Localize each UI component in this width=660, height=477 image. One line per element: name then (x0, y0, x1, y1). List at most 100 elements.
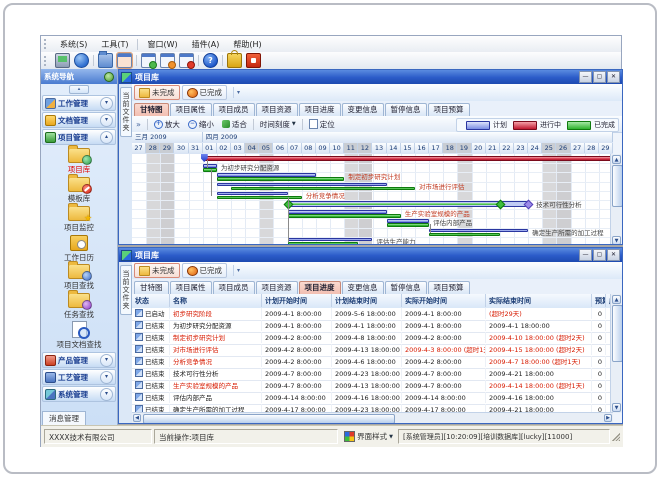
tab-current-folder[interactable]: 当前文件夹 (120, 87, 132, 137)
tab-项目预算[interactable]: 项目预算 (428, 103, 470, 116)
sidebar-group-0[interactable]: 工作管理▾ (42, 95, 116, 111)
scroll-thumb[interactable] (143, 414, 395, 423)
sidebar-group-toggle[interactable]: ▾ (100, 97, 113, 110)
scroll-up-icon[interactable]: ▲ (612, 295, 621, 304)
sidebar-group-4[interactable]: 工艺管理▾ (42, 369, 116, 385)
gantt-bar-inprogress-初步研究阶段[interactable] (203, 156, 613, 161)
sidebar-group-1[interactable]: 文档管理▾ (42, 112, 116, 128)
tab-项目属性[interactable]: 项目属性 (170, 281, 212, 294)
gantt-bar-done-评估生产能力[interactable] (288, 242, 359, 244)
gantt-bar-done-制定初步研究计划[interactable] (217, 177, 344, 181)
fit-button[interactable]: 适合 (219, 118, 250, 131)
scroll-right-icon[interactable]: ▶ (604, 414, 612, 422)
column-header-名称[interactable]: 名称 (170, 294, 262, 307)
gantt-bar-done-为初步研究分配资源[interactable] (203, 168, 217, 172)
maximize-button[interactable]: ▢ (593, 71, 606, 83)
column-header-计划开始时间[interactable]: 计划开始时间 (262, 294, 332, 307)
toolbar-grip[interactable] (44, 56, 49, 66)
filter-more-button[interactable]: ▾ (233, 265, 243, 276)
sidebar-group-toggle[interactable]: ▴ (100, 131, 113, 144)
scroll-thumb[interactable] (612, 305, 622, 362)
gantt-bar-plan-分析竞争情况[interactable] (217, 192, 288, 196)
gantt-bar-plan-确定生产所需的加工过程[interactable] (429, 229, 528, 233)
sidebar-group-toggle[interactable]: ▾ (100, 354, 113, 367)
pin-icon[interactable] (104, 72, 114, 82)
sidebar-item-项目监控[interactable]: ★项目监控 (41, 205, 117, 234)
gantt-bar-summary-技术可行性分析[interactable] (288, 201, 529, 207)
toolbar-overflow-button[interactable]: » (132, 120, 145, 129)
sidebar-item-项目文档查找[interactable]: 项目文档查找 (41, 321, 117, 350)
scroll-up-icon[interactable]: ▲ (612, 155, 621, 164)
help-icon[interactable]: ? (203, 53, 218, 68)
save-view-icon[interactable] (117, 53, 132, 68)
tab-暂停信息[interactable]: 暂停信息 (385, 281, 427, 294)
globe-icon[interactable] (74, 53, 89, 68)
menu-item-1[interactable]: 工具(T) (94, 38, 135, 51)
column-header-实际结束时间[interactable]: 实际结束时间 (486, 294, 592, 307)
scroll-left-icon[interactable]: ◀ (133, 414, 141, 422)
sidebar-group-toggle[interactable]: ▾ (100, 114, 113, 127)
gantt-bar-done-评估内部产品[interactable] (387, 223, 429, 227)
gantt-bar-plan-为初步研究分配资源[interactable] (203, 164, 217, 168)
menu-item-2[interactable]: 窗口(W) (140, 38, 184, 51)
sidebar-item-任务查找[interactable]: 任务查找 (41, 292, 117, 321)
table-vertical-scrollbar[interactable]: ▲▼ (610, 294, 622, 413)
gantt-bar-done-确定生产所需的加工过程[interactable] (429, 233, 500, 237)
gantt-bar-plan-评估生产能力[interactable] (288, 238, 373, 242)
tab-甘特图[interactable]: 甘特图 (134, 103, 169, 116)
exit-icon[interactable] (246, 53, 261, 68)
maximize-button[interactable]: ▢ (593, 249, 606, 261)
sidebar-group-toggle[interactable]: ▾ (100, 388, 113, 401)
filter-more-button[interactable]: ▾ (233, 87, 243, 98)
ui-style-button[interactable]: 界面样式 ▼ (341, 429, 396, 444)
sidebar-group-5[interactable]: 系统管理▾ (42, 386, 116, 402)
sidebar-item-模板库[interactable]: 模板库 (41, 176, 117, 205)
sidebar-item-项目库[interactable]: 项目库 (41, 147, 117, 176)
sidebar-header[interactable]: 系统导航 (41, 69, 117, 84)
column-header-预算[interactable]: 预算 (592, 294, 606, 307)
minimize-button[interactable]: — (579, 71, 592, 83)
filter-unfinished-button[interactable]: 未完成 (134, 263, 180, 278)
tab-message-management[interactable]: 消息管理 (42, 411, 86, 425)
tab-变更信息[interactable]: 变更信息 (342, 103, 384, 116)
gantt-bar-plan-评估内部产品[interactable] (387, 219, 429, 223)
menu-item-4[interactable]: 帮助(H) (226, 38, 268, 51)
window-modify-icon[interactable] (160, 53, 175, 68)
filter-finished-button[interactable]: 已完成 (182, 263, 228, 278)
gantt-bar-done-对市场进行评估[interactable] (231, 187, 415, 191)
sidebar-group-2[interactable]: 项目管理▴ (42, 129, 116, 145)
resize-grip[interactable] (612, 433, 620, 441)
open-folder-icon[interactable] (98, 53, 113, 68)
gantt-vertical-scrollbar[interactable]: ▲▼ (610, 154, 622, 244)
tab-项目成员[interactable]: 项目成员 (213, 103, 255, 116)
sidebar-collapse-button[interactable]: ▴ (69, 85, 89, 94)
table-horizontal-scrollbar[interactable]: ◀▶ (132, 412, 613, 423)
computer-icon[interactable] (55, 53, 70, 68)
time-scale-button[interactable]: 时间刻度▼ (257, 118, 299, 131)
close-button[interactable]: ✕ (607, 71, 620, 83)
window-add-icon[interactable] (141, 53, 156, 68)
tab-变更信息[interactable]: 变更信息 (342, 281, 384, 294)
lock-icon[interactable] (227, 53, 242, 68)
menubar-grip[interactable] (44, 39, 49, 49)
window-delete-icon[interactable] (179, 53, 194, 68)
zoom-in-button[interactable]: +放大 (151, 118, 183, 131)
tab-项目资源[interactable]: 项目资源 (256, 103, 298, 116)
sidebar-group-toggle[interactable]: ▾ (100, 371, 113, 384)
gantt-bar-plan-生产实验室规模的产品[interactable] (288, 210, 387, 214)
gantt-bar-plan-对市场进行评估[interactable] (217, 183, 387, 187)
filter-finished-button[interactable]: 已完成 (182, 85, 228, 100)
scroll-down-icon[interactable]: ▼ (612, 236, 621, 244)
tab-项目预算[interactable]: 项目预算 (428, 281, 470, 294)
zoom-out-button[interactable]: −缩小 (185, 118, 217, 131)
column-header-状态[interactable]: 状态 (132, 294, 170, 307)
tab-项目进度[interactable]: 项目进度 (299, 281, 341, 294)
tab-项目成员[interactable]: 项目成员 (213, 281, 255, 294)
window2-titlebar[interactable]: 项目库 — ▢ ✕ (119, 248, 622, 262)
gantt-bar-done-生产实验室规模的产品[interactable] (288, 214, 401, 218)
column-header-实际开始时间[interactable]: 实际开始时间 (402, 294, 486, 307)
scroll-thumb[interactable] (612, 165, 622, 207)
column-header-计划结束时间[interactable]: 计划结束时间 (332, 294, 402, 307)
tab-current-folder[interactable]: 当前文件夹 (120, 265, 132, 315)
tab-暂停信息[interactable]: 暂停信息 (385, 103, 427, 116)
